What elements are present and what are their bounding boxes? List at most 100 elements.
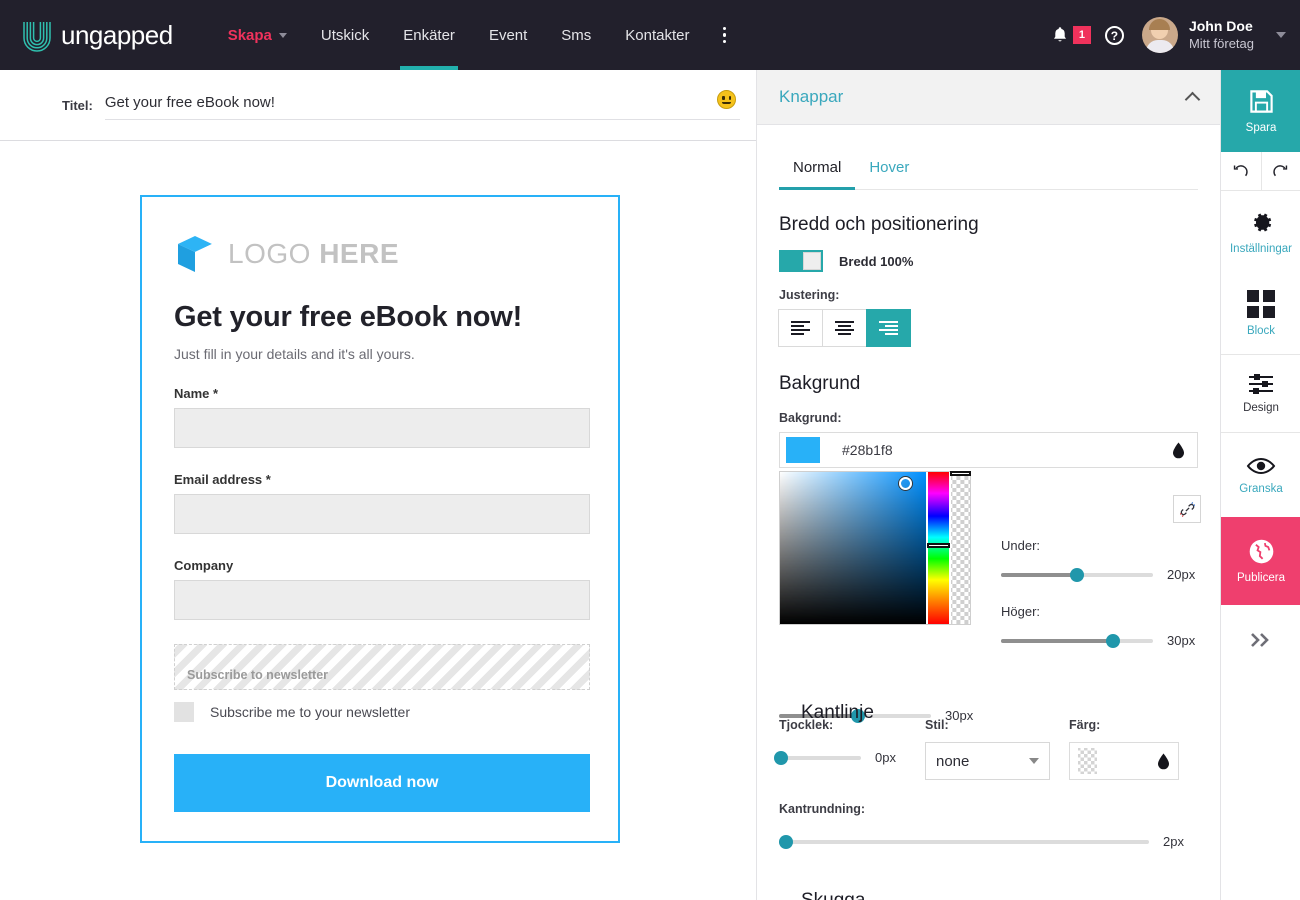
email-headline[interactable]: Get your free eBook now! <box>174 301 618 334</box>
border-thickness-slider[interactable] <box>773 750 861 765</box>
expand-button[interactable] <box>1221 605 1300 675</box>
logo-text: LOGO HERE <box>228 238 399 270</box>
hue-handle[interactable] <box>927 543 951 549</box>
border-style-select[interactable]: none <box>925 742 1050 780</box>
form-input-company[interactable] <box>174 580 590 620</box>
nav-item-sms[interactable]: Sms <box>544 0 608 70</box>
form-label-company: Company <box>174 558 234 573</box>
chevron-up-icon[interactable] <box>1184 91 1201 108</box>
undo-button[interactable] <box>1221 152 1261 190</box>
smiley-icon[interactable] <box>717 90 736 109</box>
section-heading-width: Bredd och positionering <box>779 214 979 235</box>
form-input-email[interactable] <box>174 494 590 534</box>
align-right-button[interactable] <box>866 309 911 347</box>
padding-right-label: Höger: <box>1001 604 1041 619</box>
background-label: Bakgrund: <box>779 411 842 425</box>
border-color-field[interactable] <box>1069 742 1179 780</box>
question-mark-icon[interactable]: ? <box>1104 25 1124 45</box>
slider-handle[interactable] <box>1106 633 1121 648</box>
form-input-name[interactable] <box>174 408 590 448</box>
redo-button[interactable] <box>1260 152 1300 190</box>
nav-item-skapa[interactable]: Skapa <box>211 0 304 70</box>
preview-button[interactable]: Granska <box>1221 433 1300 517</box>
link-sides-button[interactable] <box>1173 495 1201 523</box>
nav-label: Enkäter <box>403 26 455 44</box>
background-color-swatch[interactable] <box>786 437 820 463</box>
padding-right-slider[interactable] <box>1001 633 1153 648</box>
droplet-icon[interactable] <box>1157 753 1170 770</box>
title-input[interactable] <box>104 90 740 120</box>
border-radius-value: 2px <box>1163 834 1184 849</box>
background-color-hex[interactable]: #28b1f8 <box>842 442 1172 458</box>
redo-arrow-icon <box>1273 164 1288 176</box>
border-radius-label: Kantrundning: <box>779 802 866 816</box>
logo-row[interactable]: LOGO HERE <box>174 233 618 275</box>
save-button[interactable]: Spara <box>1221 70 1300 152</box>
nav-label: Event <box>488 26 528 44</box>
panel-tabs: Normal Hover <box>779 151 1198 190</box>
block-button[interactable]: Block <box>1221 273 1300 355</box>
border-color-label: Färg: <box>1069 718 1101 732</box>
nav-item-event[interactable]: Event <box>472 0 544 70</box>
transparent-swatch[interactable] <box>1078 748 1097 774</box>
border-radius-slider-row: 2px <box>779 834 1199 849</box>
border-style-value: none <box>936 752 970 770</box>
kebab-menu-icon[interactable] <box>707 26 743 44</box>
sliders-icon <box>1249 374 1273 394</box>
form-label-email: Email address * <box>174 472 271 487</box>
notification-badge[interactable]: 1 <box>1072 26 1091 44</box>
slider-handle[interactable] <box>773 750 788 765</box>
newsletter-placeholder-block[interactable]: Subscribe to newsletter <box>174 644 590 690</box>
alpha-handle[interactable] <box>950 471 971 476</box>
padding-bottom-slider[interactable] <box>1001 567 1153 582</box>
panel-header[interactable]: Knappar <box>757 70 1220 125</box>
alpha-strip[interactable] <box>950 471 971 624</box>
avatar[interactable] <box>1141 17 1178 53</box>
logo-cube-icon <box>174 233 216 275</box>
hue-strip[interactable] <box>927 472 951 624</box>
form-label-name: Name * <box>174 386 219 401</box>
saturation-value-area[interactable] <box>780 472 927 624</box>
brand-name: ungapped <box>61 19 173 50</box>
width-100-toggle[interactable] <box>779 250 823 272</box>
tab-normal[interactable]: Normal <box>779 151 856 190</box>
slider-handle[interactable] <box>1070 567 1084 582</box>
download-now-button[interactable]: Download now <box>174 754 590 812</box>
chevron-down-icon[interactable] <box>1276 32 1286 38</box>
saturation-value-handle[interactable] <box>899 477 912 490</box>
properties-panel: Knappar Normal Hover Bredd och positione… <box>756 70 1220 900</box>
tab-hover[interactable]: Hover <box>855 151 923 189</box>
bell-icon[interactable] <box>1051 25 1069 45</box>
design-button[interactable]: Design <box>1221 355 1300 433</box>
email-block-selected[interactable]: LOGO HERE Get your free eBook now! Just … <box>140 195 620 843</box>
main-nav: Skapa Utskick Enkäter Event Sms Kontakte… <box>211 0 742 70</box>
undo-arrow-icon <box>1234 164 1248 176</box>
nav-item-kontakter[interactable]: Kontakter <box>608 0 706 70</box>
brand-logo[interactable]: ungapped <box>20 18 173 52</box>
nav-label: Utskick <box>320 26 370 44</box>
nav-label: Skapa <box>227 26 272 44</box>
email-subline[interactable]: Just fill in your details and it's all y… <box>174 346 618 362</box>
newsletter-checkbox[interactable] <box>174 702 194 722</box>
droplet-icon[interactable] <box>1172 442 1185 459</box>
align-left-button[interactable] <box>778 309 823 347</box>
background-color-field[interactable]: #28b1f8 <box>779 432 1198 468</box>
publish-button[interactable]: Publicera <box>1221 517 1300 605</box>
padding-bottom-label: Under: <box>1001 538 1041 553</box>
block-label: Block <box>1246 325 1276 337</box>
newsletter-checkbox-row[interactable]: Subscribe me to your newsletter <box>174 702 618 722</box>
settings-button[interactable]: Inställningar <box>1221 191 1300 273</box>
nav-item-enkater[interactable]: Enkäter <box>386 0 472 70</box>
border-radius-slider[interactable] <box>779 834 1149 849</box>
color-picker[interactable] <box>779 471 971 625</box>
nav-label: Kontakter <box>625 26 690 44</box>
title-bar: Titel: <box>0 70 756 141</box>
border-thickness-value: 0px <box>875 750 896 765</box>
color-picker-row <box>779 471 971 625</box>
padding-right-slider-row: 30px <box>1001 633 1201 648</box>
nav-item-utskick[interactable]: Utskick <box>304 0 386 70</box>
slider-handle[interactable] <box>779 834 794 849</box>
publish-label: Publicera <box>1237 572 1285 584</box>
align-center-button[interactable] <box>822 309 867 347</box>
user-block[interactable]: John Doe Mitt företag <box>1189 18 1254 52</box>
